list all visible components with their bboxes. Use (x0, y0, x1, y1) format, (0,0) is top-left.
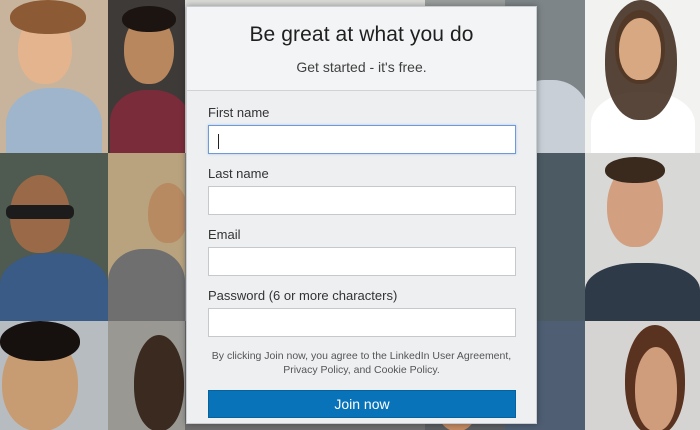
signup-form: First name Last name Email Password (6 o… (187, 91, 536, 418)
page-subtitle: Get started - it's free. (296, 59, 427, 75)
page-title: Be great at what you do (249, 23, 474, 46)
email-field-group: Email (208, 227, 516, 276)
last-name-field-group: Last name (208, 166, 516, 215)
background-photo (108, 0, 185, 153)
join-now-button[interactable]: Join now (208, 390, 516, 418)
background-photo (585, 321, 700, 430)
last-name-label: Last name (208, 166, 269, 181)
background-photo (108, 153, 185, 321)
password-field-group: Password (6 or more characters) (208, 288, 516, 337)
password-input[interactable] (208, 308, 516, 337)
first-name-field-group: First name (208, 105, 516, 154)
signup-card: Be great at what you do Get started - it… (186, 6, 537, 424)
last-name-input[interactable] (208, 186, 516, 215)
first-name-label: First name (208, 105, 270, 120)
background-photo (585, 0, 700, 153)
background-photo (0, 321, 108, 430)
background-photo (108, 321, 185, 430)
email-input[interactable] (208, 247, 516, 276)
background-photo (0, 153, 108, 321)
first-name-input[interactable] (208, 125, 516, 154)
text-cursor (218, 134, 219, 149)
background-photo (0, 0, 108, 153)
signup-header: Be great at what you do Get started - it… (187, 7, 536, 91)
email-label: Email (208, 227, 241, 242)
legal-notice: By clicking Join now, you agree to the L… (211, 350, 512, 376)
background-photo (585, 153, 700, 321)
password-label: Password (6 or more characters) (208, 288, 398, 303)
